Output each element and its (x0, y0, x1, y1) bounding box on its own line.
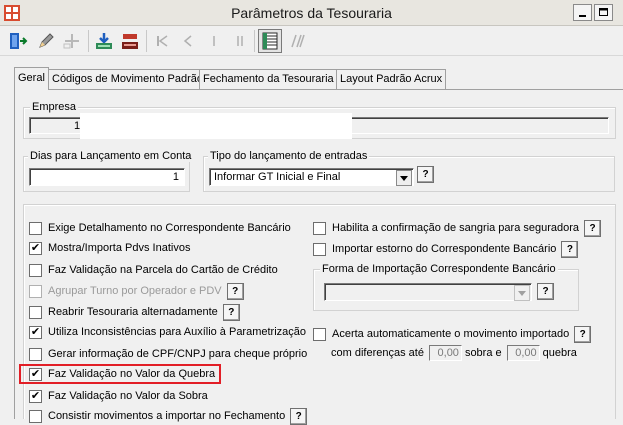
toolbar-separator (254, 30, 255, 52)
save-tray-icon (96, 33, 112, 49)
dias-value: 1 (172, 171, 179, 183)
tipo-select[interactable]: Informar GT Inicial e Final (209, 168, 414, 186)
first-record-icon (157, 35, 168, 47)
option-agrupar-turno[interactable]: Agrupar Turno por Operador e PDV ? (29, 282, 244, 300)
grid-view-icon (262, 32, 278, 50)
tipo-legend: Tipo do lançamento de entradas (208, 150, 370, 162)
quebra-value: 0,00 (515, 347, 537, 359)
minimize-button[interactable] (573, 4, 592, 21)
minimize-icon (579, 15, 586, 17)
cancel-tray-icon (122, 34, 138, 49)
forma-importacao-select[interactable] (324, 283, 532, 301)
window-title: Parâmetros da Tesouraria (231, 5, 392, 21)
tipo-dropdown-button[interactable] (396, 170, 412, 186)
tab-fechamento[interactable]: Fechamento da Tesouraria (199, 69, 338, 89)
agrupar-turno-help-button[interactable]: ? (226, 282, 244, 300)
checkbox[interactable] (29, 347, 42, 361)
first-record-button[interactable] (150, 29, 174, 53)
tab-geral[interactable]: Geral (14, 67, 49, 90)
insert-button[interactable] (60, 29, 84, 53)
confirmacao-sangria-help-button[interactable]: ? (584, 219, 602, 237)
checkbox[interactable] (29, 409, 42, 423)
insert-plus-icon (63, 34, 79, 49)
grid-view-button[interactable] (258, 29, 282, 53)
importar-estorno-help-button[interactable]: ? (561, 240, 579, 258)
toolbar-separator (146, 30, 147, 52)
forma-importacao-dropdown-button[interactable] (514, 285, 530, 301)
sobra-input[interactable]: 0,00 (428, 345, 462, 361)
quebra-label: quebra (542, 347, 577, 359)
option-validacao-parcela-cartao[interactable]: Faz Validação na Parcela do Cartão de Cr… (29, 262, 278, 278)
cancel-button[interactable] (118, 29, 142, 53)
chevron-down-icon (518, 290, 526, 296)
empresa-name-redaction (80, 113, 352, 139)
fields-button[interactable] (286, 29, 310, 53)
option-validacao-valor-sobra[interactable]: ✔ Faz Validação no Valor da Sobra (29, 388, 208, 404)
option-consistir-movimentos[interactable]: Consistir movimentos a importar no Fecha… (29, 407, 308, 425)
fields-icon (291, 34, 305, 48)
tipo-selected: Informar GT Inicial e Final (214, 171, 341, 183)
forma-importacao-legend: Forma de Importação Correspondente Bancá… (320, 263, 558, 275)
dias-input[interactable]: 1 (29, 168, 185, 186)
tipo-help-wrap: ? (417, 166, 434, 183)
option-acerta-automaticamente[interactable]: Acerta automaticamente o movimento impor… (313, 325, 592, 343)
checkbox[interactable] (313, 242, 326, 256)
maximize-button[interactable] (594, 4, 613, 21)
last-record-button[interactable] (228, 29, 252, 53)
title-bar: Parâmetros da Tesouraria (0, 0, 623, 26)
acerto-prefix: com diferenças até (331, 347, 424, 359)
tab-layout-acrux[interactable]: Layout Padrão Acrux (336, 69, 447, 89)
checkbox-checked[interactable]: ✔ (29, 241, 42, 255)
quebra-input[interactable]: 0,00 (506, 345, 540, 361)
prior-record-icon (183, 35, 192, 47)
highlight-annotation (19, 364, 221, 384)
option-reabrir-tesouraria[interactable]: Reabrir Tesouraria alternadamente ? (29, 303, 240, 321)
dias-legend: Dias para Lançamento em Conta (28, 150, 194, 162)
forma-importacao-help-button[interactable]: ? (537, 283, 554, 300)
acerta-automaticamente-help-button[interactable]: ? (574, 325, 592, 343)
acerto-diferencas-row: com diferenças até 0,00 sobra e 0,00 que… (331, 344, 577, 362)
reabrir-tesouraria-help-button[interactable]: ? (222, 303, 240, 321)
option-importar-estorno[interactable]: Importar estorno do Correspondente Bancá… (313, 240, 579, 258)
checkbox[interactable] (29, 221, 42, 235)
next-record-icon (213, 36, 215, 46)
prior-record-button[interactable] (176, 29, 200, 53)
edit-button[interactable] (34, 29, 58, 53)
empresa-legend: Empresa (30, 101, 79, 113)
checkbox[interactable] (313, 327, 326, 341)
last-record-icon (237, 36, 243, 46)
option-confirmacao-sangria[interactable]: Habilita a confirmação de sangria para s… (313, 219, 602, 237)
option-exige-detalhamento[interactable]: Exige Detalhamento no Correspondente Ban… (29, 220, 291, 236)
toolbar (0, 26, 623, 56)
checkbox[interactable] (29, 284, 42, 298)
sobra-value: 0,00 (437, 347, 459, 359)
option-utiliza-inconsistencias[interactable]: ✔ Utiliza Inconsistências para Auxílio à… (29, 324, 306, 340)
tab-codigos-movimento[interactable]: Códigos de Movimento Padrão (48, 69, 208, 89)
option-gerar-cpf-cnpj[interactable]: Gerar informação de CPF/CNPJ para cheque… (29, 346, 307, 362)
exit-button[interactable] (6, 29, 30, 53)
pencil-icon (39, 33, 54, 48)
exit-door-icon (10, 33, 28, 49)
save-button[interactable] (92, 29, 116, 53)
maximize-icon (599, 8, 608, 16)
checkbox[interactable] (29, 263, 42, 277)
consistir-movimentos-help-button[interactable]: ? (290, 407, 308, 425)
checkbox[interactable] (313, 221, 326, 235)
forma-importacao-help-wrap: ? (537, 283, 554, 300)
option-mostra-pdvs-inativos[interactable]: ✔ Mostra/Importa Pdvs Inativos (29, 240, 190, 256)
checkbox-checked[interactable]: ✔ (29, 325, 42, 339)
checkbox-checked[interactable]: ✔ (29, 389, 42, 403)
tipo-help-button[interactable]: ? (417, 166, 434, 183)
next-record-button[interactable] (202, 29, 226, 53)
chevron-down-icon (400, 175, 408, 181)
toolbar-separator (88, 30, 89, 52)
sobra-label: sobra e (464, 347, 502, 359)
checkbox[interactable] (29, 305, 42, 319)
